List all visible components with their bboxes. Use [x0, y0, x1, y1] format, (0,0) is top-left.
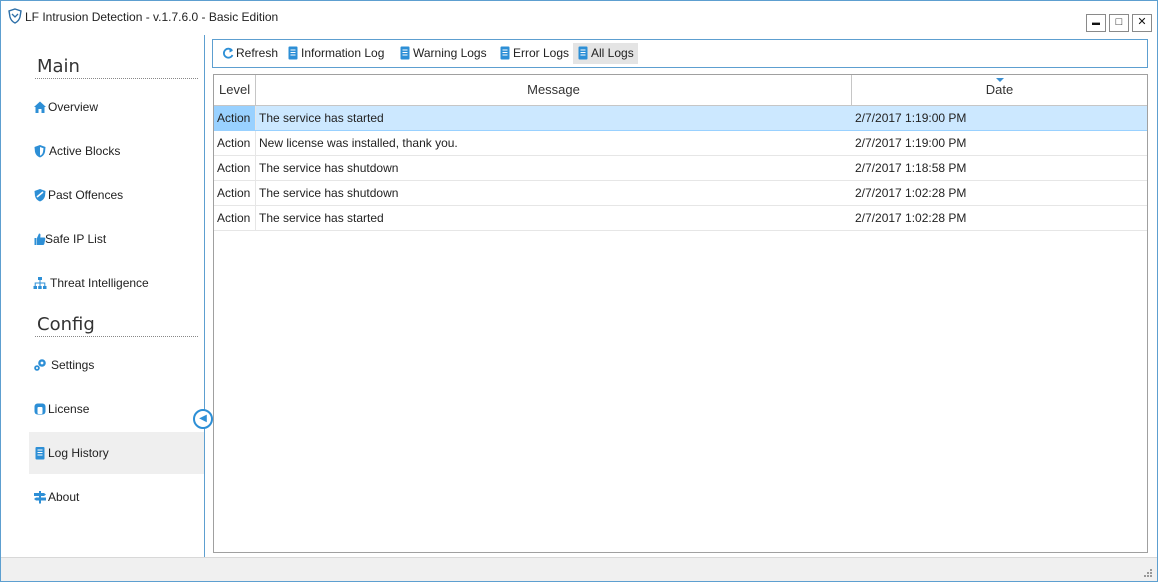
log-document-icon	[35, 447, 45, 460]
title-bar[interactable]: LF Intrusion Detection - v.1.7.6.0 - Bas…	[1, 1, 1157, 35]
information-log-label: Information Log	[301, 46, 385, 60]
window-title: LF Intrusion Detection - v.1.7.6.0 - Bas…	[25, 10, 279, 24]
column-header-level[interactable]: Level	[214, 75, 256, 105]
shield-logo-icon	[8, 8, 22, 24]
refresh-button[interactable]: Refresh	[218, 43, 282, 64]
sidebar-item-license[interactable]: License	[29, 388, 204, 430]
all-logs-button[interactable]: All Logs	[573, 43, 638, 64]
sidebar-item-label: Overview	[48, 100, 99, 114]
home-icon	[34, 101, 46, 113]
sidebar-item-label: Safe IP List	[45, 232, 107, 246]
table-row[interactable]: Action New license was installed, thank …	[214, 131, 1147, 156]
refresh-label: Refresh	[236, 46, 279, 60]
minimize-icon: ▬	[1092, 18, 1100, 27]
table-header: Level Message Date	[214, 75, 1147, 106]
table-row[interactable]: Action The service has shutdown 2/7/2017…	[214, 181, 1147, 206]
close-button[interactable]: ✕	[1132, 14, 1152, 32]
table-row[interactable]: Action The service has started 2/7/2017 …	[214, 106, 1147, 131]
sidebar-item-label: Active Blocks	[49, 144, 121, 158]
signpost-icon	[34, 491, 46, 504]
status-bar	[1, 557, 1157, 581]
cell-level: Action	[214, 131, 256, 155]
cell-date: 2/7/2017 1:18:58 PM	[855, 161, 967, 175]
chevron-left-icon: ◀	[199, 413, 207, 424]
shield-badge-icon	[34, 189, 46, 202]
sidebar-item-label: Log History	[48, 446, 109, 460]
sidebar-item-log-history[interactable]: Log History	[29, 432, 204, 474]
log-document-icon	[578, 46, 588, 60]
log-document-icon	[400, 46, 410, 60]
maximize-button[interactable]: □	[1109, 14, 1129, 32]
sidebar-item-label: About	[48, 490, 80, 504]
sidebar-item-threat-intelligence[interactable]: Threat Intelligence	[29, 262, 204, 304]
log-filter-toolbar: Refresh Information Log Warning Logs Err…	[212, 39, 1148, 68]
sidebar-item-label: License	[48, 402, 90, 416]
sidebar: Main Overview Active Blocks Past Offence…	[1, 35, 205, 557]
log-table: Level Message Date Action The service ha…	[213, 74, 1148, 553]
cell-level: Action	[214, 181, 256, 205]
cell-message: New license was installed, thank you.	[259, 136, 458, 150]
warning-logs-button[interactable]: Warning Logs	[395, 43, 491, 64]
sort-descending-icon	[996, 78, 1004, 82]
section-title-main: Main	[37, 56, 80, 77]
information-log-button[interactable]: Information Log	[283, 43, 388, 64]
table-row[interactable]: Action The service has shutdown 2/7/2017…	[214, 156, 1147, 181]
warning-logs-label: Warning Logs	[413, 46, 487, 60]
sidebar-item-settings[interactable]: Settings	[29, 344, 204, 386]
cell-level: Action	[214, 206, 256, 230]
sidebar-item-past-offences[interactable]: Past Offences	[29, 174, 204, 216]
sidebar-item-overview[interactable]: Overview	[29, 86, 204, 128]
maximize-icon: □	[1115, 16, 1123, 28]
refresh-icon	[223, 47, 234, 59]
cell-message: The service has started	[259, 211, 384, 225]
gears-icon	[34, 359, 46, 371]
cell-date: 2/7/2017 1:02:28 PM	[855, 211, 967, 225]
log-document-icon	[288, 46, 298, 60]
network-icon	[33, 277, 47, 289]
sidebar-item-safe-ip-list[interactable]: Safe IP List	[29, 218, 204, 260]
cell-level: Action	[214, 106, 256, 130]
sidebar-item-active-blocks[interactable]: Active Blocks	[29, 130, 204, 172]
collapse-sidebar-button[interactable]: ◀	[193, 409, 213, 429]
license-icon	[34, 403, 46, 415]
cell-date: 2/7/2017 1:19:00 PM	[855, 136, 967, 150]
app-window: LF Intrusion Detection - v.1.7.6.0 - Bas…	[0, 0, 1158, 582]
cell-message: The service has shutdown	[259, 161, 399, 175]
log-document-icon	[500, 46, 510, 60]
cell-message: The service has started	[259, 111, 384, 125]
sidebar-item-label: Settings	[51, 358, 95, 372]
section-divider	[35, 78, 198, 79]
table-row[interactable]: Action The service has started 2/7/2017 …	[214, 206, 1147, 231]
cell-message: The service has shutdown	[259, 186, 399, 200]
close-icon: ✕	[1137, 16, 1147, 28]
minimize-button[interactable]: ▬	[1086, 14, 1106, 32]
sidebar-item-label: Past Offences	[48, 188, 124, 202]
all-logs-label: All Logs	[591, 46, 634, 60]
shield-icon	[34, 145, 46, 158]
cell-date: 2/7/2017 1:02:28 PM	[855, 186, 967, 200]
resize-grip-icon[interactable]	[1143, 568, 1153, 578]
error-logs-button[interactable]: Error Logs	[495, 43, 573, 64]
section-title-config: Config	[37, 314, 95, 335]
error-logs-label: Error Logs	[513, 46, 570, 60]
sidebar-item-about[interactable]: About	[29, 476, 204, 518]
cell-level: Action	[214, 156, 256, 180]
section-divider	[35, 336, 198, 337]
cell-date: 2/7/2017 1:19:00 PM	[855, 111, 967, 125]
column-header-message[interactable]: Message	[256, 75, 852, 105]
sidebar-item-label: Threat Intelligence	[50, 276, 149, 290]
